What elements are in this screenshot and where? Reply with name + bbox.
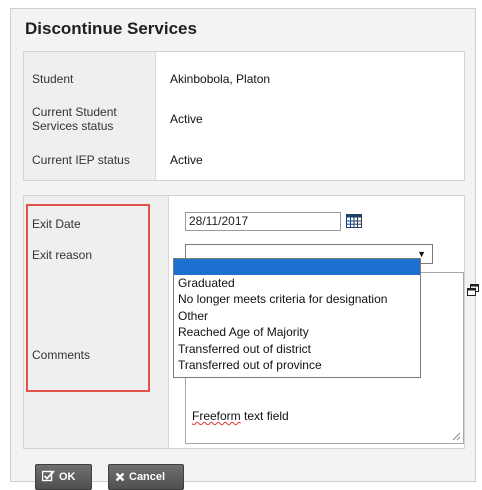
- dropdown-option-transferred-out-of-province[interactable]: Transferred out of province: [174, 357, 420, 373]
- student-label: Student: [32, 72, 74, 86]
- exit-date-label: Exit Date: [32, 217, 81, 231]
- checkbox-icon: [41, 470, 55, 482]
- discontinue-services-dialog: Discontinue Services Student Akinbobola,…: [10, 8, 479, 490]
- expand-window-icon[interactable]: [467, 284, 479, 296]
- comments-text-rest: text field: [240, 409, 289, 423]
- dropdown-option-other[interactable]: Other: [174, 308, 420, 324]
- student-info-panel: Student Akinbobola, Platon Current Stude…: [23, 51, 465, 181]
- comments-label: Comments: [32, 348, 91, 362]
- resize-grip-icon[interactable]: [451, 431, 461, 441]
- iep-status-label: Current IEP status: [32, 153, 130, 167]
- ok-button-label: OK: [59, 471, 76, 483]
- student-value: Akinbobola, Platon: [170, 72, 271, 86]
- services-status-label: Current Student Services status: [32, 105, 117, 133]
- dropdown-option-reached-age-of-majority[interactable]: Reached Age of Majority: [174, 324, 420, 340]
- dropdown-option-graduated[interactable]: Graduated: [174, 275, 420, 291]
- comments-text-misspelled: Freeform: [192, 409, 241, 423]
- exit-reason-label: Exit reason: [32, 248, 93, 262]
- exit-date-input[interactable]: 28/11/2017: [185, 212, 341, 231]
- dropdown-option-blank[interactable]: [174, 259, 420, 275]
- dialog-title: Discontinue Services: [25, 19, 197, 38]
- calendar-icon[interactable]: [346, 214, 362, 228]
- iep-status-value: Active: [170, 153, 203, 167]
- labels-highlight-box: [26, 204, 150, 392]
- dropdown-option-no-longer-meets-criteria[interactable]: No longer meets criteria for designation: [174, 291, 420, 307]
- services-status-value: Active: [170, 112, 203, 126]
- ok-button[interactable]: OK: [35, 464, 92, 490]
- comments-text: Freeform text field: [192, 409, 289, 423]
- dropdown-option-transferred-out-of-district[interactable]: Transferred out of district: [174, 341, 420, 357]
- exit-reason-dropdown-list: Graduated No longer meets criteria for d…: [173, 258, 421, 378]
- x-icon: [115, 472, 125, 482]
- cancel-button[interactable]: Cancel: [108, 464, 184, 490]
- cancel-button-label: Cancel: [129, 471, 166, 483]
